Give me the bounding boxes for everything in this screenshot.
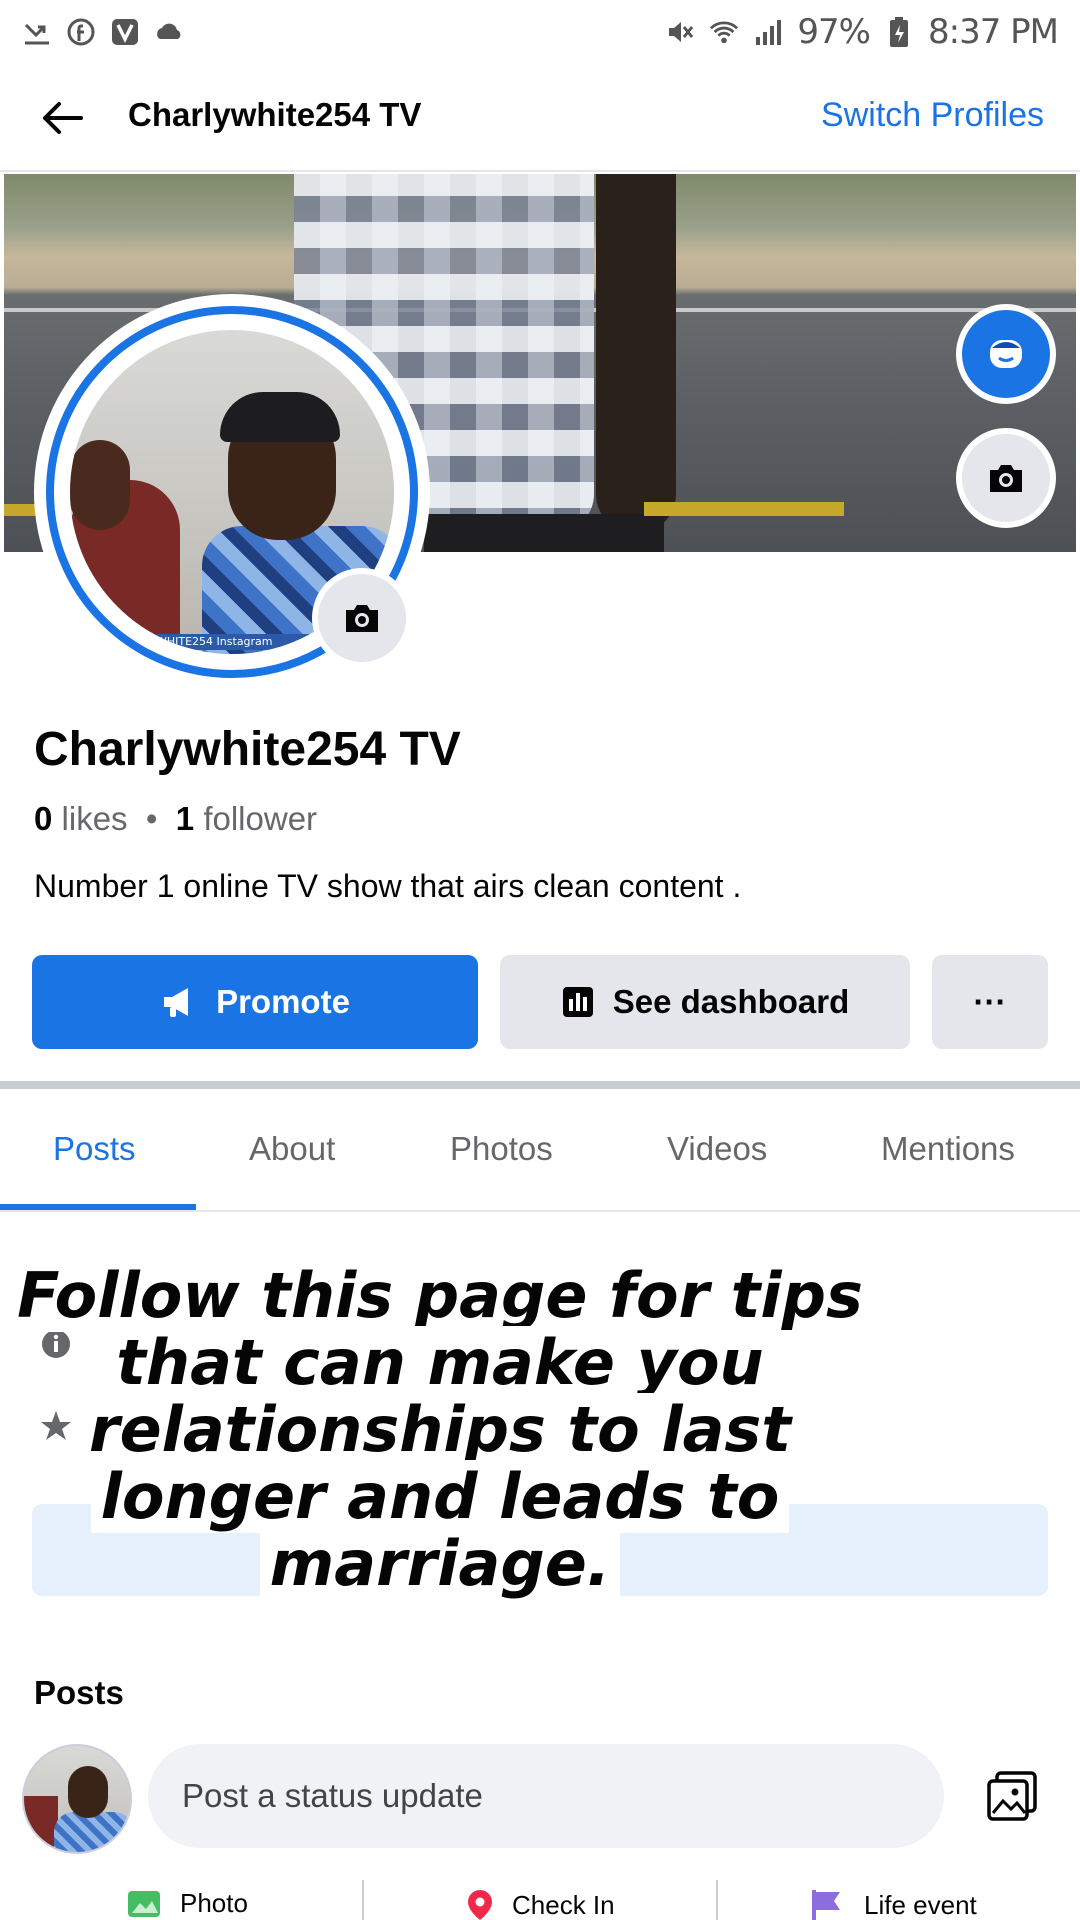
followers-label[interactable]: follower [203, 800, 317, 837]
page-bio: Number 1 online TV show that airs clean … [34, 868, 742, 904]
overlay-line: marriage. [0, 1527, 880, 1600]
cover-road-marking [644, 502, 844, 516]
overlay-line: relationships to last [0, 1393, 880, 1466]
photo-caption-strip: WHITE254 Instagram [150, 634, 310, 650]
composer-avatar[interactable] [22, 1744, 132, 1854]
action-separator [716, 1880, 718, 1920]
action-separator [362, 1880, 364, 1920]
location-pin-icon [468, 1890, 492, 1920]
overlay-line: that can make you [0, 1326, 880, 1399]
more-options-button[interactable]: ··· [932, 955, 1048, 1049]
status-bar-right: 97% 8:37 PM [665, 12, 1059, 52]
overlay-caption: Follow this page for tips that can make … [0, 1259, 880, 1600]
promote-button[interactable]: Promote [32, 955, 478, 1049]
posts-heading: Posts [34, 1674, 124, 1711]
composer-quick-actions: Photo Check In Life event [0, 1880, 1080, 1920]
dashboard-chart-icon [562, 987, 593, 1017]
camera-icon [990, 465, 1022, 492]
edit-profile-picture-button[interactable] [312, 568, 412, 668]
tab-photos[interactable]: Photos [450, 1130, 553, 1168]
see-dashboard-button[interactable]: See dashboard [500, 955, 910, 1049]
avatar-button[interactable] [956, 304, 1056, 404]
v-app-icon [110, 17, 140, 47]
back-button[interactable] [38, 94, 86, 142]
status-bar: 97% 8:37 PM [0, 0, 1080, 64]
cover-person-pants [424, 514, 664, 552]
back-arrow-icon [43, 102, 83, 134]
likes-label[interactable]: likes [62, 800, 128, 837]
page-tabs: Posts About Photos Videos Mentions [0, 1090, 1080, 1212]
battery-percentage: 97% [797, 12, 871, 52]
avatar-left-person [24, 1796, 58, 1852]
check-in-action[interactable]: Check In [466, 1888, 615, 1920]
photo-cap [220, 392, 340, 442]
status-bar-left [22, 17, 184, 47]
promote-label: Promote [216, 983, 350, 1020]
missed-call-icon [22, 17, 52, 47]
page-name: Charlywhite254 TV [34, 723, 461, 776]
megaphone-icon [164, 988, 189, 1017]
tab-mentions[interactable]: Mentions [881, 1130, 1015, 1168]
likes-count: 0 [34, 800, 53, 837]
photo-left-head [70, 440, 130, 530]
add-photo-button[interactable] [984, 1768, 1040, 1824]
page-title: Charlywhite254 TV [128, 96, 422, 133]
overlay-line: longer and leads to [0, 1460, 880, 1533]
battery-icon [884, 17, 914, 47]
gallery-icon [987, 1771, 1037, 1821]
stats-separator: • [136, 800, 176, 837]
section-divider [0, 1081, 1080, 1089]
photo-action-label: Photo [180, 1888, 248, 1918]
active-tab-indicator [0, 1204, 196, 1210]
clock: 8:37 PM [928, 12, 1059, 52]
camera-icon [346, 605, 378, 632]
switch-profiles-link[interactable]: Switch Profiles [821, 96, 1044, 135]
overlay-line: Follow this page for tips [0, 1259, 880, 1332]
status-update-input[interactable]: Post a status update [148, 1744, 944, 1848]
tab-about[interactable]: About [249, 1130, 335, 1168]
facebook-icon [66, 17, 96, 47]
avatar-shirt [54, 1812, 130, 1852]
flag-icon [812, 1890, 840, 1920]
wifi-icon [709, 17, 739, 47]
photo-action[interactable]: Photo [126, 1888, 248, 1919]
avatar-head [68, 1766, 108, 1818]
signal-icon [753, 17, 783, 47]
see-dashboard-label: See dashboard [612, 983, 850, 1020]
life-event-action-label: Life event [864, 1889, 977, 1920]
page-stats: 0 likes • 1 follower [34, 800, 317, 838]
cloud-icon [154, 17, 184, 47]
mute-icon [665, 17, 695, 47]
avatar-face-icon [990, 340, 1022, 368]
tab-videos[interactable]: Videos [667, 1130, 767, 1168]
cover-person-arm [596, 174, 676, 534]
life-event-action[interactable]: Life event [810, 1888, 977, 1920]
tab-posts[interactable]: Posts [53, 1130, 136, 1168]
check-in-action-label: Check In [512, 1889, 615, 1920]
page-header: Charlywhite254 TV Switch Profiles [0, 64, 1080, 172]
more-dots-icon: ··· [973, 983, 1007, 1020]
photo-icon [128, 1890, 160, 1917]
edit-cover-camera-button[interactable] [956, 428, 1056, 528]
followers-count: 1 [175, 800, 195, 837]
